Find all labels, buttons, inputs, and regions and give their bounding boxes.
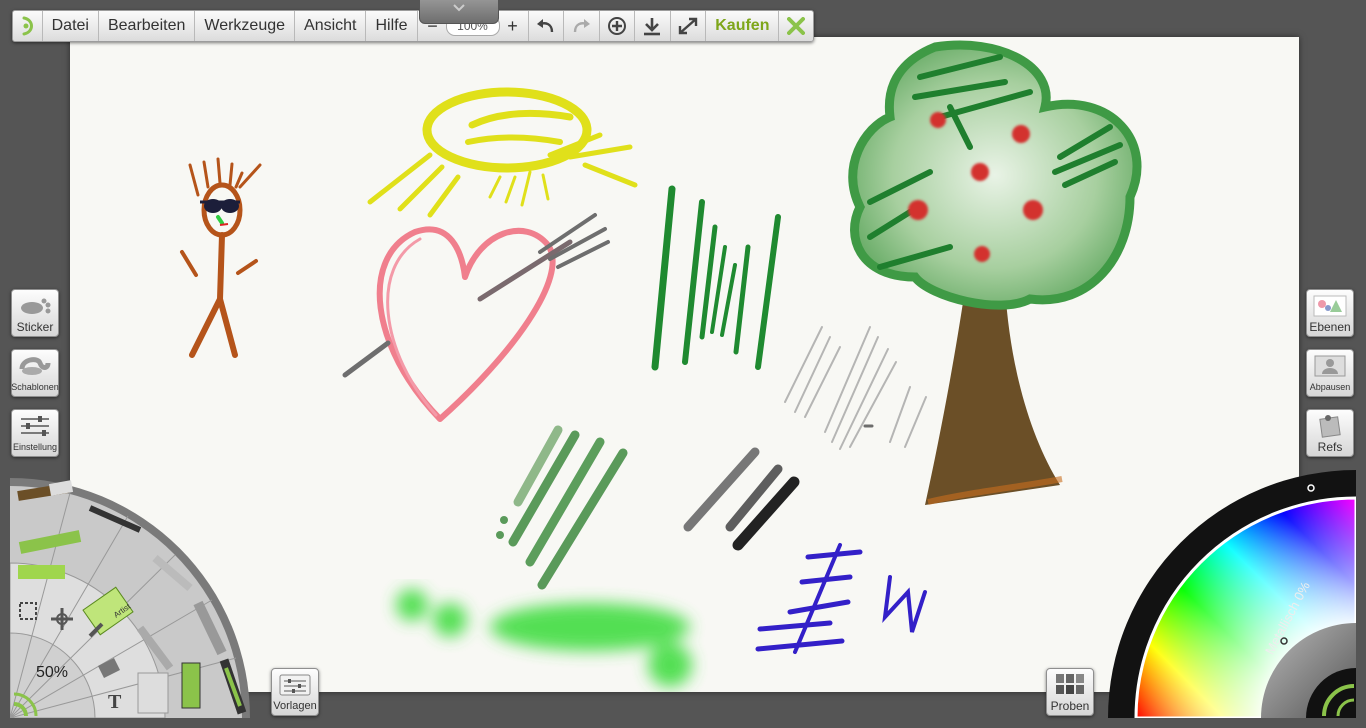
layers-thumbnail-icon <box>1313 295 1347 316</box>
menu-file-label: Datei <box>51 17 89 34</box>
trace-label: Abpausen <box>1309 382 1351 392</box>
layers-label: Ebenen <box>1309 320 1351 334</box>
stencil-icon <box>19 356 51 375</box>
close-button[interactable] <box>779 11 813 41</box>
menu-tools-label: Werkzeuge <box>204 17 286 34</box>
menu-edit[interactable]: Bearbeiten <box>99 11 196 41</box>
menu-bar: Datei Bearbeiten Werkzeuge Ansicht Hilfe… <box>12 10 814 42</box>
expand-icon <box>678 17 698 35</box>
brush-size-label[interactable]: 50% <box>36 664 68 682</box>
yellow-sun <box>367 87 638 218</box>
menu-help[interactable]: Hilfe <box>366 11 418 41</box>
samples-button[interactable]: Proben <box>1046 668 1094 716</box>
add-circle-icon <box>607 17 626 35</box>
layers-button[interactable]: Ebenen <box>1306 289 1354 337</box>
zoom-in-button[interactable]: + <box>504 16 522 37</box>
templates-button[interactable]: Schablonen <box>11 349 59 397</box>
new-canvas-button[interactable] <box>600 11 636 41</box>
menu-edit-label: Bearbeiten <box>107 17 186 34</box>
buy-button[interactable]: Kaufen <box>706 11 780 41</box>
download-icon <box>644 18 661 36</box>
refs-button[interactable]: Refs <box>1306 409 1354 457</box>
templates-label: Schablonen <box>11 382 59 392</box>
charcoal-strokes <box>683 447 800 551</box>
presets-label: Vorlagen <box>273 700 317 712</box>
sticker-label: Sticker <box>16 320 54 334</box>
menu-view[interactable]: Ansicht <box>295 11 367 41</box>
save-button[interactable] <box>635 11 671 41</box>
airbrush-blob <box>396 589 692 687</box>
settings-button[interactable]: Einstellung <box>11 409 59 457</box>
presets-button[interactable]: Vorlagen <box>271 668 319 716</box>
redo-button[interactable] <box>564 11 600 41</box>
swatch-grid-icon <box>1056 673 1084 694</box>
buy-label: Kaufen <box>715 17 770 34</box>
undo-button[interactable] <box>529 11 565 41</box>
pencil-strokes <box>784 326 927 450</box>
refs-label: Refs <box>1317 440 1343 454</box>
pinned-note-icon <box>1319 414 1341 438</box>
sliders-icon <box>21 415 49 436</box>
green-bars <box>496 425 628 590</box>
glue-bottle-icon[interactable] <box>181 662 201 709</box>
trace-button[interactable]: Abpausen <box>1306 349 1354 397</box>
fullscreen-button[interactable] <box>671 11 707 41</box>
menu-tools[interactable]: Werkzeuge <box>195 11 296 41</box>
undo-icon <box>536 19 553 33</box>
heart <box>376 226 556 422</box>
color-wheel[interactable] <box>1106 468 1356 718</box>
menu-view-label: Ansicht <box>304 17 357 34</box>
trace-image-icon <box>1314 355 1346 376</box>
close-icon <box>787 17 806 35</box>
chevron-down-icon <box>453 4 465 12</box>
roller-icon[interactable] <box>137 672 169 714</box>
sticker-button[interactable]: Sticker <box>11 289 59 337</box>
green-strokes <box>651 185 781 371</box>
app-logo-icon[interactable] <box>13 11 43 41</box>
text-tool-icon[interactable]: T <box>108 691 122 713</box>
arrow <box>342 213 610 378</box>
tree <box>848 40 1142 505</box>
footprint-icon <box>21 298 51 314</box>
blue-strokes <box>755 543 927 654</box>
stick-figure <box>180 157 262 358</box>
menu-help-label: Hilfe <box>375 17 408 34</box>
redo-icon <box>574 19 591 33</box>
samples-label: Proben <box>1050 699 1090 713</box>
settings-label: Einstellung <box>12 442 58 452</box>
menu-file[interactable]: Datei <box>43 11 99 41</box>
collapse-tab[interactable] <box>419 0 499 24</box>
presets-sliders-icon <box>279 674 311 695</box>
